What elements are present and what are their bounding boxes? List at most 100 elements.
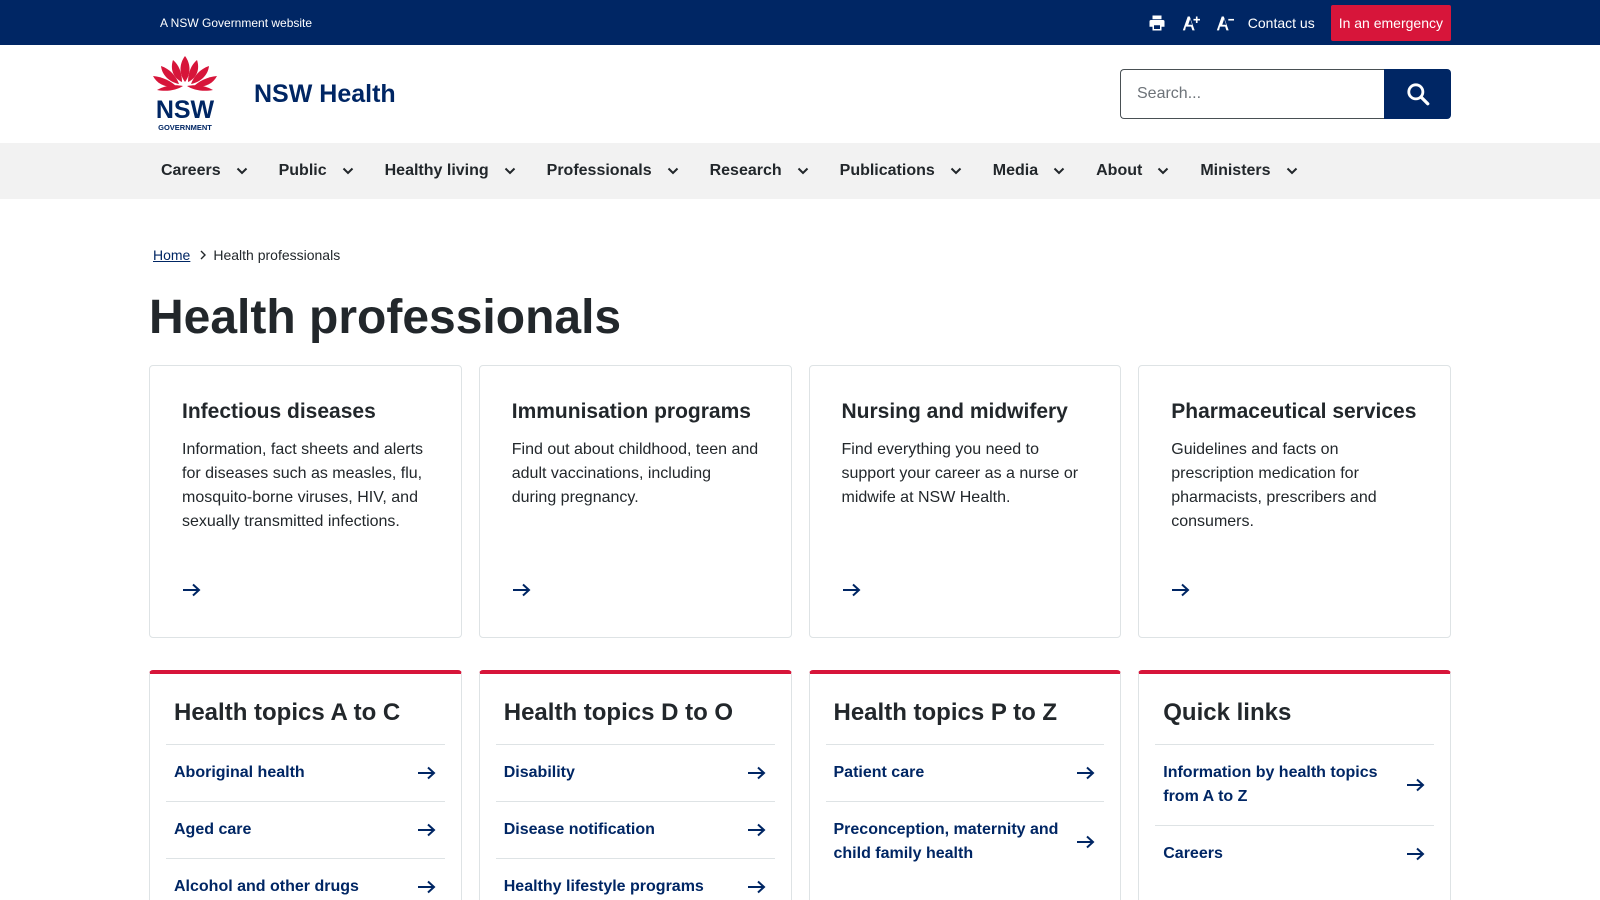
list-link[interactable]: Alcohol and other drugs [166,858,445,900]
nsw-government-logo[interactable]: NSW GOVERNMENT [149,54,221,134]
arrow-right-icon[interactable] [182,583,202,602]
list-link-label: Patient care [833,764,925,781]
chevron-down-icon[interactable] [342,167,354,175]
list-title: Health topics A to C [174,699,401,726]
topic-list-card: Health topics P to Z Patient care Preconce… [808,670,1122,900]
list-link[interactable]: Preconception, maternity and child famil… [825,801,1105,882]
list-link-label: Aged care [174,821,252,838]
list-link[interactable]: Aged care [166,801,445,858]
main-content: Home Health professionals Health profess… [149,247,1451,900]
topic-list-card: Health topics A to C Aboriginal health Age… [149,670,462,900]
chevron-down-icon[interactable] [950,167,962,175]
government-website-label: A NSW Government website [160,15,313,30]
list-title: Quick links [1163,699,1292,726]
arrow-right-icon [1406,847,1426,861]
list-link-label: Disability [503,764,575,781]
brand[interactable]: NSW GOVERNMENT NSW Health [149,54,396,134]
list-link[interactable]: Aboriginal health [166,744,445,801]
feature-card[interactable]: Nursing and midwifery Find everything you… [808,365,1122,638]
nav-item-label: Media [992,162,1039,179]
list-link-label: Information by health topics from A to Z [1163,764,1378,805]
search-form [1120,69,1451,119]
card-description: Guidelines and facts on prescription med… [1171,441,1377,530]
site-name[interactable]: NSW Health [254,80,396,109]
nav-item-ministers[interactable]: Ministers [1200,162,1297,180]
nav-item-careers[interactable]: Careers [161,162,248,180]
arrow-right-icon[interactable] [1171,583,1191,602]
feature-card[interactable]: Immunisation programs Find out about chil… [478,365,792,638]
arrow-right-icon [747,823,767,837]
nav-item-healthy-living[interactable]: Healthy living [385,162,516,180]
list-title: Health topics D to O [503,699,734,726]
card-title[interactable]: Infectious diseases [182,398,429,426]
logo-nsw-text: NSW [156,96,215,124]
masthead-tools: Contact us In an emergency [1140,0,1451,45]
breadcrumb: Home Health professionals [149,247,1451,263]
nav-item-research[interactable]: Research [710,162,809,180]
nav-item-media[interactable]: Media [993,162,1065,180]
list-link[interactable]: Healthy lifestyle programs [495,858,775,900]
arrow-right-icon [747,880,767,894]
search-button[interactable] [1384,69,1451,119]
list-link-label: Disease notification [503,821,655,838]
site-header: NSW GOVERNMENT NSW Health [0,45,1600,143]
chevron-down-icon[interactable] [1053,167,1065,175]
chevron-down-icon[interactable] [1157,167,1169,175]
arrow-right-icon [1076,835,1096,849]
contact-us-link[interactable]: Contact us [1248,15,1315,31]
arrow-right-icon [1076,766,1096,780]
list-link[interactable]: Patient care [825,744,1105,801]
breadcrumb-home-link[interactable]: Home [153,247,190,263]
nav-item-label: About [1096,162,1143,179]
nav-item-label: Professionals [546,162,652,179]
card-description: Find everything you need to support your… [841,441,1079,506]
page-title: Health professionals [149,291,622,344]
nav-item-publications[interactable]: Publications [840,162,962,180]
card-title[interactable]: Immunisation programs [512,398,759,426]
card-title[interactable]: Pharmaceutical services [1171,398,1418,426]
nav-item-label: Public [278,162,327,179]
increase-text-icon[interactable] [1174,0,1208,45]
arrow-right-icon[interactable] [512,583,532,602]
arrow-right-icon [417,823,437,837]
card-title[interactable]: Nursing and midwifery [842,398,1089,426]
chevron-down-icon[interactable] [504,167,516,175]
search-input[interactable] [1120,69,1384,119]
list-title: Health topics P to Z [833,699,1058,726]
nav-item-professionals[interactable]: Professionals [547,162,679,180]
feature-cards: Infectious diseases Information, fact she… [149,365,1451,638]
chevron-down-icon[interactable] [236,167,248,175]
list-link[interactable]: Information by health topics from A to Z [1155,744,1434,825]
breadcrumb-current: Health professionals [213,247,341,263]
list-link-label: Preconception, maternity and child famil… [833,821,1059,862]
main-navigation: Careers Public Healthy living Professionals… [0,143,1600,199]
search-icon [1406,83,1429,106]
print-icon[interactable] [1140,0,1174,45]
nav-item-about[interactable]: About [1096,162,1169,180]
emergency-button[interactable]: In an emergency [1330,4,1451,41]
nav-item-public[interactable]: Public [279,162,354,180]
card-description: Find out about childhood, teen and adult… [511,441,759,506]
arrow-right-icon [417,766,437,780]
chevron-down-icon[interactable] [1286,167,1298,175]
chevron-down-icon[interactable] [667,167,679,175]
chevron-down-icon[interactable] [797,167,809,175]
nav-item-label: Careers [161,162,221,179]
nav-item-label: Publications [839,162,935,179]
decrease-text-icon[interactable] [1208,0,1242,45]
nav-item-label: Healthy living [384,162,489,179]
list-link-label: Alcohol and other drugs [174,878,359,895]
feature-card[interactable]: Pharmaceutical services Guidelines and fa… [1138,365,1451,638]
list-link[interactable]: Disease notification [495,801,775,858]
topic-list-card: Quick links Information by health topics … [1138,670,1451,900]
arrow-right-icon[interactable] [842,583,862,602]
card-description: Information, fact sheets and alerts for … [182,441,424,530]
arrow-right-icon [1406,778,1426,792]
list-link-label: Careers [1163,845,1223,862]
list-link[interactable]: Disability [495,744,775,801]
nav-item-label: Research [709,162,782,179]
masthead: A NSW Government website Contact us In a… [0,0,1600,45]
list-link[interactable]: Careers [1155,825,1434,882]
feature-card[interactable]: Infectious diseases Information, fact she… [149,365,462,638]
chevron-right-icon [199,250,207,260]
